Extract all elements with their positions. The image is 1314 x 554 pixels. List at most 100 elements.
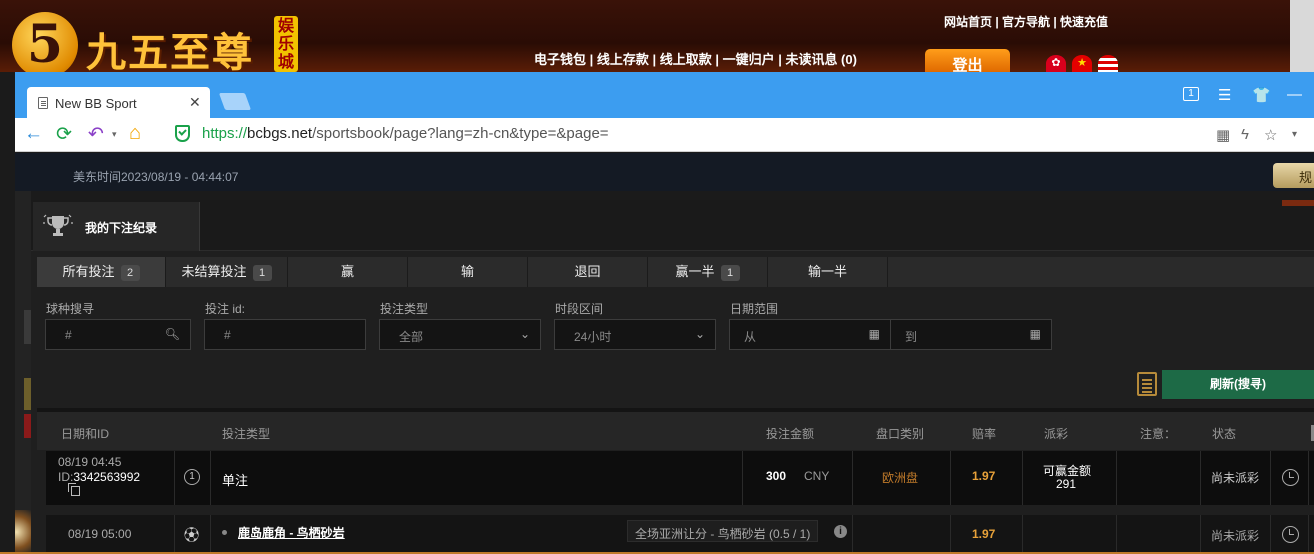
sport-search-placeholder: # [65,328,72,342]
panel-title: 我的下注纪录 [85,221,158,235]
bet-status: 尚未派彩 [1211,529,1260,543]
lightning-icon[interactable]: ϟ [1241,126,1249,143]
cell-divider [852,451,853,505]
tab-unsettled[interactable]: 未结算投注 1 [166,257,288,287]
calendar-icon[interactable]: ▦ [1030,327,1041,341]
column-header: 派彩 [1044,427,1069,441]
cell-divider [1200,451,1201,505]
tab-label: 输 [460,264,474,279]
window-count-icon[interactable]: 1 [1183,87,1199,101]
cell-divider [1116,451,1117,505]
refresh-search-button[interactable]: 刷新(搜寻) [1162,370,1314,399]
bet-id-input[interactable]: # [204,319,366,350]
more-dropdown-icon[interactable]: ▾ [1292,129,1297,140]
bet-status: 尚未派彩 [1211,471,1260,485]
secure-shield-icon[interactable] [175,125,190,142]
url-text[interactable]: https://bcbgs.net/sportsbook/page?lang=z… [202,125,609,142]
tab-count-badge: 1 [252,265,272,281]
rules-button[interactable]: 规 [1273,163,1314,188]
cell-divider [1116,515,1117,554]
url-scheme: https:// [202,125,248,142]
site-top-links[interactable]: 网站首页 | 官方导航 | 快速充值 [944,13,1108,30]
bet-selection: 全场亚洲让分 - 鸟栖砂岩 (0.5 / 1) [627,520,819,542]
site-brand-name: 九五至尊 [86,29,254,76]
date-from-input[interactable]: 从 ▦ [729,319,891,350]
bullet-dot [222,530,227,535]
tab-half-won[interactable]: 赢一半 1 [648,257,768,287]
cell-divider [174,451,175,505]
minimize-icon[interactable]: — [1287,86,1302,103]
match-name[interactable]: 鹿岛鹿角 - 鸟栖砂岩 [238,524,345,541]
bet-id-prefix: ID: [58,470,74,484]
bet-count-icon: 1 [184,469,200,485]
cell-divider [1308,451,1309,505]
bet-type-select[interactable]: 全部 ⌄ [379,319,541,350]
tab-label: 退回 [574,264,601,279]
date-from-placeholder: 从 [744,330,757,344]
cell-divider [1022,515,1023,554]
date-range-label: 日期范围 [730,302,779,316]
refresh-icon[interactable]: ⟳ [56,123,72,146]
search-icon[interactable]: 🔍︎ [165,327,180,341]
stake-amount: 300 [766,469,787,483]
column-header: 盘口类别 [876,427,925,441]
period-label: 时段区间 [555,302,604,316]
tab-won[interactable]: 赢 [288,257,408,287]
soccer-ball-icon: ⚽︎ [184,527,200,544]
period-value: 24小时 [574,330,612,344]
column-header: 注意： [1140,427,1177,441]
odds: 1.97 [972,469,996,483]
tab-lost[interactable]: 输 [408,257,528,287]
bet-date: 08/19 04:45 [58,455,122,469]
tab-refunded[interactable]: 退回 [528,257,648,287]
bet-id: ID:3342563992 [58,470,140,484]
site-brand-tag: 娱乐城 [274,16,298,72]
column-header: 状态 [1212,427,1237,441]
tab-label: 输一半 [807,264,847,279]
calendar-icon[interactable]: ▦ [869,327,880,341]
logout-button[interactable]: 登出 [925,49,1010,74]
column-header: 赔率 [972,427,997,441]
site-account-nav[interactable]: 电子钱包 | 线上存款 | 线上取款 | 一键归户 | 未读讯息 (0) [534,49,857,68]
cell-divider [742,451,743,505]
bet-type-value: 全部 [399,330,424,344]
clipboard-icon[interactable] [1137,372,1157,396]
period-select[interactable]: 24小时 ⌄ [554,319,716,350]
undo-icon[interactable]: ↶ [88,123,104,146]
sport-search-input[interactable]: # 🔍︎ [45,319,191,350]
cell-divider [950,515,951,554]
copy-icon[interactable] [68,483,80,496]
flag-cn-icon[interactable]: ★ [1072,55,1092,72]
eastern-time: 美东时间2023/08/19 - 04:44:07 [73,170,239,184]
column-header: 投注类型 [222,427,271,441]
clock-icon [1282,469,1299,486]
home-icon[interactable]: ⌂ [129,122,141,145]
qr-code-icon[interactable]: ▦ [1216,126,1230,144]
tab-label: 未结算投注 [181,264,247,279]
menu-icon[interactable]: ☰ [1218,86,1231,104]
flag-hk-icon[interactable]: ✿ [1046,55,1066,72]
date-to-input[interactable]: 到 ▦ [890,319,1052,350]
side-strip-image [15,510,31,554]
cell-divider [852,515,853,554]
cell-divider [1200,515,1201,554]
tab-label: 赢 [340,264,354,279]
flag-us-icon[interactable] [1098,55,1118,72]
cell-divider [1270,515,1271,554]
tab-all-bets[interactable]: 所有投注 2 [37,257,166,287]
star-icon[interactable]: ☆ [1264,126,1277,144]
tab-close-icon[interactable]: ✕ [189,94,201,111]
info-icon[interactable]: i [834,525,847,538]
tab-half-lost[interactable]: 输一半 [768,257,888,287]
bet-type-label: 投注类型 [380,302,429,316]
cell-divider [174,515,175,554]
market-type: 欧洲盘 [882,471,919,485]
clock-icon [1282,526,1299,543]
skin-icon[interactable]: 👕 [1252,86,1271,104]
bet-id-label: 投注 id: [205,302,246,316]
side-strip-block [24,378,31,410]
back-arrow-icon[interactable]: ← [24,123,43,145]
undo-dropdown-icon[interactable]: ▾ [112,129,117,140]
bet-type: 单注 [222,473,249,488]
sport-search-label: 球种搜寻 [46,302,95,316]
